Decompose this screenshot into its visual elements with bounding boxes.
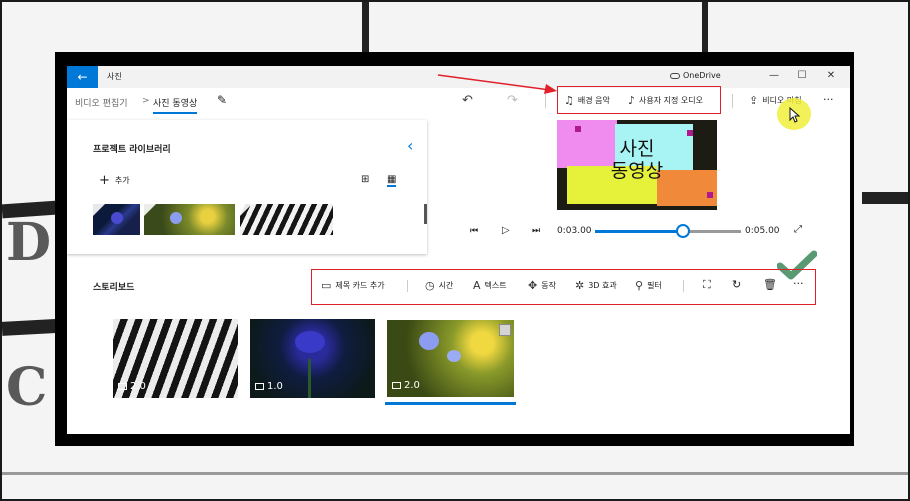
preview-title-line2: 동영상 bbox=[610, 160, 664, 182]
large-grid-view-icon[interactable]: ⊞ bbox=[361, 174, 369, 185]
image-icon bbox=[118, 383, 127, 390]
preview-title-text: 사진 동영상 bbox=[557, 138, 717, 182]
storyboard-card-flower[interactable]: 2.0 bbox=[385, 318, 516, 399]
mouse-cursor-icon bbox=[789, 107, 801, 123]
fullscreen-icon[interactable]: ⤢ bbox=[794, 224, 802, 235]
add-media-label: 추가 bbox=[114, 176, 130, 185]
breadcrumb-current: 사진 동영상 bbox=[153, 96, 198, 114]
flower-bloom bbox=[447, 350, 461, 362]
background-line bbox=[702, 2, 708, 52]
annotation-arrow-icon bbox=[437, 74, 557, 94]
seek-bar[interactable] bbox=[595, 224, 741, 238]
background-line bbox=[362, 2, 369, 52]
preview-dot bbox=[707, 192, 713, 198]
library-thumbnail-iris[interactable] bbox=[93, 204, 140, 235]
minimize-icon[interactable]: — bbox=[767, 70, 781, 81]
share-icon: ⇪ bbox=[749, 94, 759, 107]
card-duration: 2.0 bbox=[118, 381, 146, 392]
image-icon bbox=[255, 383, 264, 390]
library-scrollbar[interactable] bbox=[424, 204, 427, 224]
total-time: 0:05.00 bbox=[745, 226, 780, 236]
corner-fold bbox=[240, 204, 252, 216]
current-time: 0:03.00 bbox=[557, 226, 592, 236]
image-icon bbox=[392, 382, 401, 389]
step-back-icon[interactable]: ⏮ bbox=[470, 226, 478, 236]
toolbar-divider bbox=[732, 94, 733, 108]
background-glyph: D bbox=[6, 212, 52, 273]
more-options-button[interactable]: ··· bbox=[823, 93, 834, 106]
flower-bloom bbox=[170, 212, 182, 224]
breadcrumb-separator: > bbox=[142, 96, 150, 106]
library-thumbnail-zebra[interactable] bbox=[240, 204, 333, 235]
video-preview: 사진 동영상 bbox=[557, 120, 717, 210]
card-duration-value: 2.0 bbox=[130, 381, 146, 392]
library-thumbnail-flower[interactable] bbox=[144, 204, 235, 235]
corner-fold bbox=[144, 204, 156, 216]
add-media-button[interactable]: + 추가 bbox=[99, 173, 130, 188]
breadcrumb-parent[interactable]: 비디오 편집기 bbox=[75, 96, 128, 109]
select-checkbox[interactable] bbox=[499, 324, 511, 336]
storyboard-card-iris[interactable]: 1.0 bbox=[250, 319, 375, 398]
cloud-icon bbox=[670, 72, 680, 79]
preview-dot bbox=[687, 130, 693, 136]
step-forward-icon[interactable]: ⏭ bbox=[532, 226, 540, 236]
plus-icon: + bbox=[99, 173, 110, 188]
toolbar-divider bbox=[545, 94, 546, 108]
onedrive-label: OneDrive bbox=[683, 71, 721, 80]
card-duration: 2.0 bbox=[392, 380, 420, 391]
close-icon[interactable]: ✕ bbox=[824, 70, 838, 81]
storyboard-card-zebra[interactable]: 2.0 bbox=[113, 319, 238, 398]
flower-bloom bbox=[419, 332, 439, 350]
photos-app-window: ← 사진 OneDrive — ☐ ✕ 비디오 편집기 > 사진 동영상 ✎ ↶… bbox=[67, 66, 850, 434]
collapse-chevron-icon[interactable]: ‹ bbox=[407, 136, 413, 155]
app-title: 사진 bbox=[107, 72, 122, 81]
preview-dot bbox=[575, 126, 581, 132]
small-grid-view-icon[interactable]: ▦ bbox=[387, 174, 397, 187]
maximize-icon[interactable]: ☐ bbox=[795, 70, 809, 81]
background-glyph: C bbox=[6, 357, 48, 418]
card-duration: 1.0 bbox=[255, 381, 283, 392]
library-title: 프로젝트 라이브러리 bbox=[93, 145, 171, 155]
background-line bbox=[862, 192, 908, 204]
storyboard-title: 스토리보드 bbox=[93, 283, 135, 293]
onedrive-status: OneDrive bbox=[670, 71, 721, 80]
background-line bbox=[2, 472, 908, 475]
seek-thumb[interactable] bbox=[675, 224, 690, 238]
card-duration-value: 1.0 bbox=[267, 381, 283, 392]
iris-petal bbox=[111, 212, 123, 224]
card-duration-value: 2.0 bbox=[404, 380, 420, 391]
seek-bar-fill bbox=[595, 230, 683, 233]
arrow-left-icon: ← bbox=[77, 70, 88, 84]
storyboard-tools-annotation-box bbox=[311, 269, 816, 305]
selected-card-indicator bbox=[385, 402, 516, 405]
audio-annotation-box bbox=[557, 86, 721, 114]
pencil-icon[interactable]: ✎ bbox=[217, 93, 227, 107]
play-icon[interactable]: ▷ bbox=[502, 225, 510, 236]
iris-petal bbox=[295, 331, 325, 353]
iris-stem bbox=[308, 359, 311, 398]
corner-fold bbox=[93, 204, 105, 216]
back-button[interactable]: ← bbox=[67, 66, 98, 88]
preview-title-line1: 사진 bbox=[619, 138, 655, 160]
project-library-panel: 프로젝트 라이브러리 ‹ + 추가 ⊞ ▦ bbox=[67, 120, 427, 254]
